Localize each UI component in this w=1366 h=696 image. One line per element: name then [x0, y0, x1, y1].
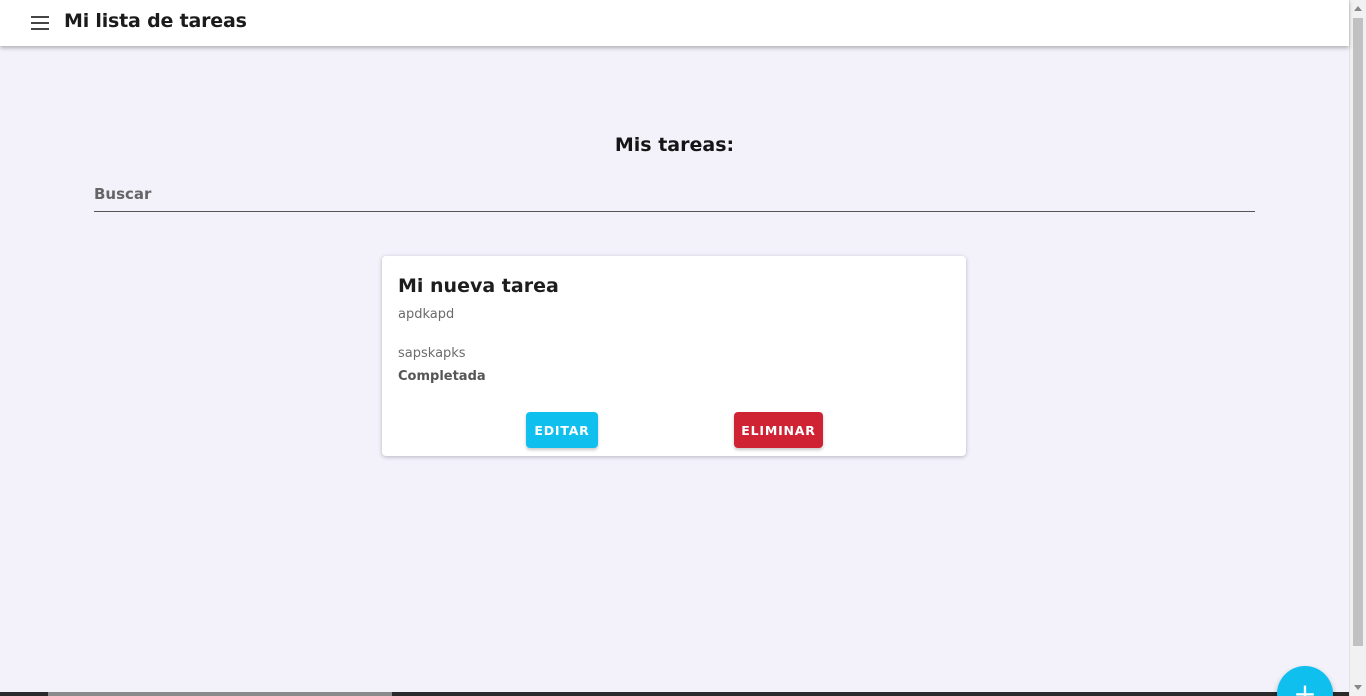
app-window: Mi lista de tareas Mis tareas: Mi nueva … [0, 0, 1366, 696]
task-status: Completada [398, 369, 486, 384]
scroll-up-arrow-icon[interactable] [1354, 6, 1362, 11]
search-field [94, 180, 1255, 212]
page-heading: Mis tareas: [614, 134, 735, 156]
add-task-button[interactable]: + [1277, 666, 1333, 696]
scroll-down-arrow-icon[interactable] [1354, 685, 1362, 690]
task-subtitle: apdkapd [398, 307, 455, 322]
app-title: Mi lista de tareas [64, 10, 247, 32]
menu-line [31, 22, 49, 24]
task-description: sapskapks [398, 346, 466, 361]
scrollbar-thumb[interactable] [1353, 18, 1363, 646]
edit-button[interactable]: EDITAR [526, 412, 598, 448]
delete-button[interactable]: ELIMINAR [734, 412, 823, 448]
task-card: Mi nueva tarea apdkapd sapskapks Complet… [382, 256, 966, 456]
horizontal-scrollbar-thumb[interactable] [48, 692, 392, 696]
hamburger-menu-icon[interactable] [28, 12, 52, 34]
top-app-bar: Mi lista de tareas [0, 0, 1349, 46]
menu-line [31, 28, 49, 30]
search-input[interactable] [94, 180, 1255, 208]
menu-line [31, 16, 49, 18]
vertical-scrollbar[interactable] [1349, 0, 1366, 696]
task-title: Mi nueva tarea [398, 275, 559, 297]
